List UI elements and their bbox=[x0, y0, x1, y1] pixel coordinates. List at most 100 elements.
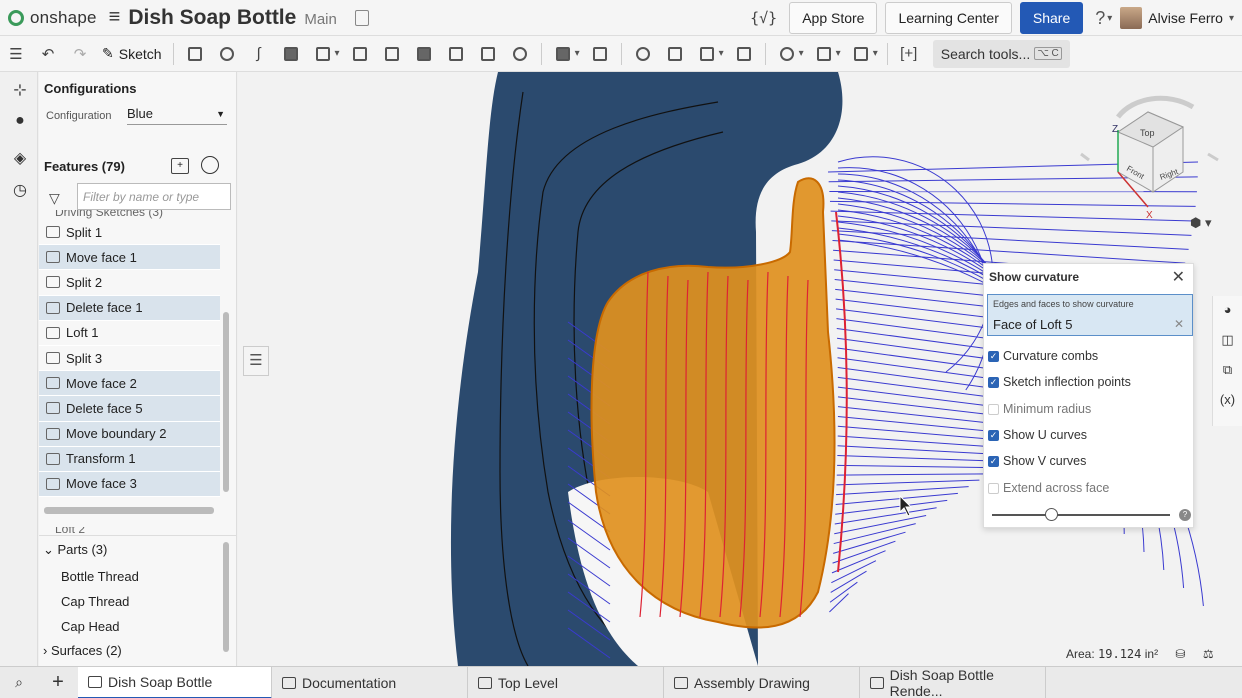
draft-icon[interactable] bbox=[412, 42, 436, 66]
split-icon[interactable] bbox=[663, 42, 687, 66]
feature-item[interactable]: Split 1 bbox=[39, 220, 220, 246]
search-tools-button[interactable]: Search tools... ⌥ C bbox=[932, 39, 1070, 68]
checkbox[interactable]: ✓ bbox=[988, 350, 999, 362]
feature-item[interactable]: Delete face 1 bbox=[39, 295, 220, 321]
option-show-v-curves[interactable]: ✓ Show V curves bbox=[988, 454, 1086, 468]
feature-scrollbar[interactable] bbox=[223, 312, 229, 492]
close-icon[interactable]: ✕ bbox=[1172, 267, 1185, 287]
chevron-down-icon[interactable]: ▾ bbox=[575, 48, 580, 59]
chamfer-icon[interactable] bbox=[380, 42, 404, 66]
list-item[interactable]: Driving Sketches (3) bbox=[39, 210, 220, 220]
thicken-icon[interactable] bbox=[311, 42, 335, 66]
app-store-button[interactable]: App Store bbox=[789, 2, 878, 34]
explode-icon[interactable]: ⧉ bbox=[1217, 362, 1239, 384]
avatar[interactable] bbox=[1120, 7, 1143, 29]
chevron-down-icon[interactable]: ▾ bbox=[873, 48, 878, 59]
chevron-down-icon[interactable]: ▾ bbox=[1107, 13, 1112, 24]
feature-item[interactable]: Split 3 bbox=[39, 346, 220, 372]
add-folder-icon[interactable]: + bbox=[171, 158, 189, 174]
option-curvature-combs[interactable]: ✓ Curvature combs bbox=[988, 349, 1098, 363]
filter-icon[interactable]: ▽ bbox=[49, 190, 60, 207]
view-cube[interactable]: Top Front Right Z X bbox=[1080, 95, 1219, 221]
search-tabs-icon[interactable]: ⌕ bbox=[0, 674, 38, 691]
selection-field[interactable]: Edges and faces to show curvature Face o… bbox=[987, 294, 1193, 336]
checkbox[interactable]: ✓ bbox=[988, 376, 999, 388]
feature-item[interactable]: Move face 2 bbox=[39, 371, 220, 397]
option-show-u-curves[interactable]: ✓ Show U curves bbox=[988, 428, 1087, 442]
feature-item[interactable]: Move boundary 2 bbox=[39, 421, 220, 447]
feature-item[interactable]: Transform 1 bbox=[39, 446, 220, 472]
extrude-icon[interactable] bbox=[183, 42, 207, 66]
tab-documentation[interactable]: Documentation bbox=[272, 666, 468, 698]
boolean-icon[interactable] bbox=[631, 42, 655, 66]
learning-center-button[interactable]: Learning Center bbox=[885, 2, 1012, 34]
rib-icon[interactable] bbox=[444, 42, 468, 66]
help-icon[interactable]: ? bbox=[1179, 509, 1191, 521]
configuration-select[interactable]: Blue ▼ bbox=[127, 106, 227, 125]
pattern-icon[interactable] bbox=[551, 42, 575, 66]
option-sketch-inflection-points[interactable]: ✓ Sketch inflection points bbox=[988, 375, 1131, 389]
checkbox[interactable] bbox=[988, 403, 999, 415]
custom-features-icon[interactable]: {√} bbox=[750, 9, 777, 27]
feature-item[interactable]: Move face 1 bbox=[39, 245, 220, 271]
document-title[interactable]: Dish Soap Bottle bbox=[128, 6, 296, 30]
chevron-down-icon[interactable]: ▾ bbox=[836, 48, 841, 59]
feature-item[interactable]: Delete face 5 bbox=[39, 396, 220, 422]
rollback-bar[interactable] bbox=[44, 507, 214, 514]
mate-connector-icon[interactable]: ⊹ bbox=[10, 80, 30, 100]
rotate-arrow-icon[interactable] bbox=[1116, 95, 1195, 119]
surfaces-group[interactable]: › Surfaces (2) bbox=[43, 643, 122, 658]
revolve-icon[interactable] bbox=[215, 42, 239, 66]
shell-icon[interactable] bbox=[476, 42, 500, 66]
comb-scale-slider[interactable] bbox=[992, 514, 1170, 516]
parts-icon[interactable]: ◈ bbox=[10, 148, 30, 168]
sketch-button[interactable]: ✎ Sketch bbox=[102, 45, 162, 62]
checkbox[interactable]: ✓ bbox=[988, 455, 999, 467]
user-menu-chevron-icon[interactable]: ▾ bbox=[1229, 13, 1234, 24]
sweep-icon[interactable]: ∫ bbox=[247, 42, 271, 66]
part-item[interactable]: Cap Head bbox=[61, 619, 120, 634]
tab-assembly-drawing[interactable]: Assembly Drawing bbox=[664, 666, 860, 698]
checkbox[interactable] bbox=[988, 482, 999, 494]
rollback-timer-icon[interactable] bbox=[201, 156, 219, 174]
right-arrow-icon[interactable] bbox=[1207, 152, 1219, 162]
part-item[interactable]: Bottle Thread bbox=[61, 569, 139, 584]
tab-top-level[interactable]: Top Level bbox=[468, 666, 664, 698]
feature-tree-toggle-icon[interactable]: ☰ bbox=[4, 42, 28, 66]
tab-rendering[interactable]: Dish Soap Bottle Rende... bbox=[860, 666, 1046, 698]
undo-icon[interactable]: ↶ bbox=[36, 42, 60, 66]
measure-icon[interactable]: ⛁ bbox=[1175, 647, 1185, 661]
hole-icon[interactable] bbox=[508, 42, 532, 66]
onshape-logo[interactable]: onshape bbox=[8, 8, 97, 28]
view-options-icon[interactable]: ⬢ ▾ bbox=[1190, 215, 1212, 231]
copy-icon[interactable] bbox=[354, 9, 369, 26]
transform-icon[interactable] bbox=[695, 42, 719, 66]
option-minimum-radius[interactable]: Minimum radius bbox=[988, 402, 1091, 416]
help-icon[interactable]: ? bbox=[1095, 8, 1105, 29]
chevron-down-icon[interactable]: ▾ bbox=[799, 48, 804, 59]
share-button[interactable]: Share bbox=[1019, 2, 1084, 34]
slider-handle[interactable] bbox=[1045, 508, 1058, 521]
redo-icon[interactable]: ↷ bbox=[68, 42, 92, 66]
mirror-icon[interactable] bbox=[588, 42, 612, 66]
variables-icon[interactable]: (x) bbox=[1217, 392, 1239, 414]
add-custom-feature-icon[interactable]: [+] bbox=[897, 42, 921, 66]
appearance-icon[interactable]: ◕ bbox=[1217, 302, 1239, 324]
parts-group[interactable]: ⌄ Parts (3) bbox=[43, 542, 107, 558]
option-extend-across-face[interactable]: Extend across face bbox=[988, 481, 1109, 495]
chevron-down-icon[interactable]: ▾ bbox=[719, 48, 724, 59]
checkbox[interactable]: ✓ bbox=[988, 429, 999, 441]
units-icon[interactable]: ⚖ bbox=[1203, 647, 1214, 661]
left-arrow-icon[interactable] bbox=[1080, 152, 1090, 162]
feature-filter-input[interactable]: Filter by name or type bbox=[77, 183, 231, 210]
fillet-icon[interactable] bbox=[348, 42, 372, 66]
feature-item[interactable]: Move face 3 bbox=[39, 471, 220, 498]
chevron-down-icon[interactable]: ▾ bbox=[335, 48, 340, 59]
clear-selection-icon[interactable]: ✕ bbox=[1174, 317, 1184, 331]
user-name[interactable]: Alvise Ferro bbox=[1148, 10, 1223, 26]
parts-scrollbar[interactable] bbox=[223, 542, 229, 652]
workspace-name[interactable]: Main bbox=[304, 11, 337, 28]
modify-fillet-icon[interactable] bbox=[775, 42, 799, 66]
view-cube-top[interactable]: Top bbox=[1140, 128, 1155, 138]
tab-dish-soap-bottle[interactable]: Dish Soap Bottle bbox=[78, 666, 272, 698]
